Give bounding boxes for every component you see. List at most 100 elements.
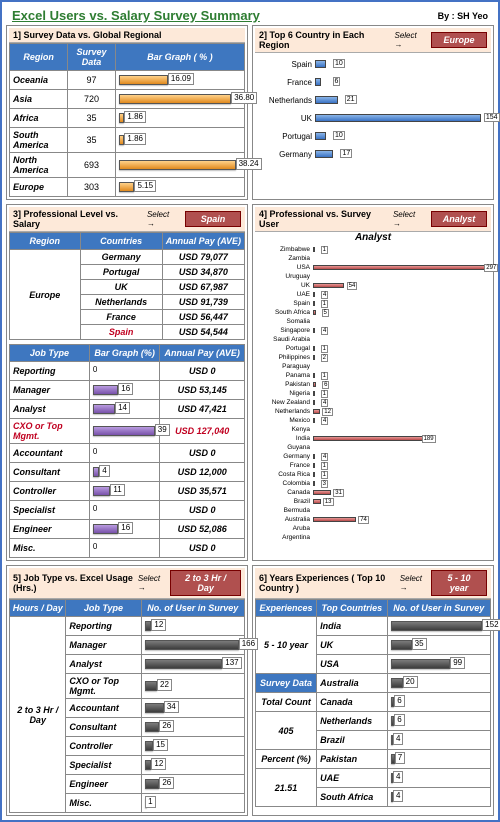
chart-bar: Somalia	[259, 317, 487, 326]
chart-bar: Costa Rica1	[259, 470, 487, 479]
chart-bar: Germany4	[259, 452, 487, 461]
chart-top6: Spain10France6Netherlands21UK154Portugal…	[255, 53, 491, 165]
chart-bar: USA297	[259, 263, 487, 272]
hdr-job: Job Type	[10, 345, 90, 362]
chart-bar: Zimbabwe1	[259, 245, 487, 254]
table-row: 2 to 3 Hr / DayReporting12	[10, 617, 245, 636]
chart-bar: Guyana	[259, 443, 487, 452]
page-title: Excel Users vs. Salary Survey Summary	[12, 8, 260, 23]
hdr-region: Region	[10, 44, 68, 71]
table-row: EuropeGermanyUSD 79,077	[10, 250, 245, 265]
chart-bar: New Zealand4	[259, 398, 487, 407]
panel6-title: 6] Years Experiences ( Top 10 Country )	[259, 573, 400, 593]
table-job-pay: Job Type Bar Graph (%) Annual Pay (AVE) …	[9, 344, 245, 558]
region-select[interactable]: Europe	[431, 32, 487, 48]
chart-bar: Philippines2	[259, 353, 487, 362]
table-row: Manager16USD 53,145	[10, 381, 245, 400]
table-row: Percent (%)Pakistan7	[256, 750, 491, 769]
panel-top6-country: 2] Top 6 Country in Each Region Select →…	[252, 25, 494, 200]
hdr-region: Region	[10, 233, 81, 250]
table-row: Consultant4USD 12,000	[10, 463, 245, 482]
chart-bar: Australia74	[259, 515, 487, 524]
chart-bar: Netherlands12	[259, 407, 487, 416]
table-row: Oceania9716.09	[10, 71, 245, 90]
chart-bar: Nigeria1	[259, 389, 487, 398]
chart-bar: Mexico4	[259, 416, 487, 425]
chart-bar: Canada31	[259, 488, 487, 497]
chart-bar: Zambia	[259, 254, 487, 263]
table-row: Reporting0USD 0	[10, 362, 245, 381]
hdr-pay: Annual Pay (AVE)	[160, 345, 245, 362]
table-row: 21.51UAE4	[256, 769, 491, 788]
panel-survey-regional: 1] Survey Data vs. Global Regional Regio…	[6, 25, 248, 200]
panel-years-exp: 6] Years Experiences ( Top 10 Country ) …	[252, 565, 494, 816]
chart-bar: Germany17	[259, 145, 487, 163]
hdr-countries: Countries	[80, 233, 162, 250]
table-row: Africa351.86	[10, 109, 245, 128]
chart-bar: UK54	[259, 281, 487, 290]
hdr-hours: Hours / Day	[10, 600, 66, 617]
table-row: Asia72036.80	[10, 90, 245, 109]
select-label: Select →	[394, 31, 425, 49]
hdr-users: No. of User in Survey	[141, 600, 244, 617]
table-row: Specialist0USD 0	[10, 501, 245, 520]
table-row: Controller11USD 35,571	[10, 482, 245, 501]
chart-bar: South Africa5	[259, 308, 487, 317]
country-select[interactable]: Spain	[185, 211, 241, 227]
chart-bar: France6	[259, 73, 487, 91]
table-row: Total CountCanada6	[256, 693, 491, 712]
table-row: 405Netherlands6	[256, 712, 491, 731]
chart4-title: Analyst	[255, 232, 491, 243]
table-regional: Region Survey Data Bar Graph ( % ) Ocean…	[9, 43, 245, 197]
select-label: Select →	[400, 574, 425, 592]
hdr-barpct: Bar Graph (%)	[89, 345, 160, 362]
hdr-surveydata: Survey Data	[68, 44, 116, 71]
table-country-pay: Region Countries Annual Pay (AVE) Europe…	[9, 232, 245, 340]
panel4-title: 4] Professional vs. Survey User	[259, 209, 393, 229]
chart-bar: Portugal1	[259, 344, 487, 353]
byline: By : SH Yeo	[438, 11, 488, 21]
panel3-title: 3] Professional Level vs. Salary	[13, 209, 147, 229]
chart-bar: Bermuda	[259, 506, 487, 515]
chart-bar: Saudi Arabia	[259, 335, 487, 344]
chart-bar: UAE4	[259, 290, 487, 299]
select-label: Select →	[138, 574, 164, 592]
table-row: 5 - 10 yearIndia152	[256, 617, 491, 636]
chart-bar: Spain1	[259, 299, 487, 308]
chart-bar: Netherlands21	[259, 91, 487, 109]
panel2-title: 2] Top 6 Country in Each Region	[259, 30, 394, 50]
table-row: Europe3035.15	[10, 178, 245, 197]
hdr-bargraph: Bar Graph ( % )	[115, 44, 244, 71]
chart-bar: France1	[259, 461, 487, 470]
select-label: Select →	[393, 210, 425, 228]
hdr-job: Job Type	[66, 600, 141, 617]
chart-bar: India189	[259, 434, 487, 443]
hdr-exp: Experiences	[256, 600, 317, 617]
table-row: Accountant0USD 0	[10, 444, 245, 463]
panel-prof-surveyuser: 4] Professional vs. Survey User Select →…	[252, 204, 494, 561]
chart-bar: Colombia3	[259, 479, 487, 488]
chart-bar: Brazil13	[259, 497, 487, 506]
panel5-title: 5] Job Type vs. Excel Usage (Hrs.)	[13, 573, 138, 593]
chart-bar: Aruba	[259, 524, 487, 533]
chart-bar: Argentina	[259, 533, 487, 542]
chart-bar: Singapore4	[259, 326, 487, 335]
panel-jobtype-usage: 5] Job Type vs. Excel Usage (Hrs.) Selec…	[6, 565, 248, 816]
table-row: Misc.0USD 0	[10, 539, 245, 558]
table-row: Engineer16USD 52,086	[10, 520, 245, 539]
table-row: South America351.86	[10, 128, 245, 153]
hours-select[interactable]: 2 to 3 Hr / Day	[170, 570, 241, 596]
chart-bar: Kenya	[259, 425, 487, 434]
chart-bar: Panama1	[259, 371, 487, 380]
table-row: Analyst14USD 47,421	[10, 400, 245, 419]
chart-bar: Portugal10	[259, 127, 487, 145]
chart-bar: Spain10	[259, 55, 487, 73]
hdr-users: No. of User in Survey	[387, 600, 490, 617]
table-experience: Experiences Top Countries No. of User in…	[255, 599, 491, 807]
chart-analyst: Zimbabwe1ZambiaUSA297UruguayUK54UAE4Spai…	[255, 243, 491, 544]
profession-select[interactable]: Analyst	[431, 211, 487, 227]
chart-bar: UK154	[259, 109, 487, 127]
experience-select[interactable]: 5 - 10 year	[431, 570, 487, 596]
panel-prof-salary: 3] Professional Level vs. Salary Select …	[6, 204, 248, 561]
select-label: Select →	[147, 210, 179, 228]
